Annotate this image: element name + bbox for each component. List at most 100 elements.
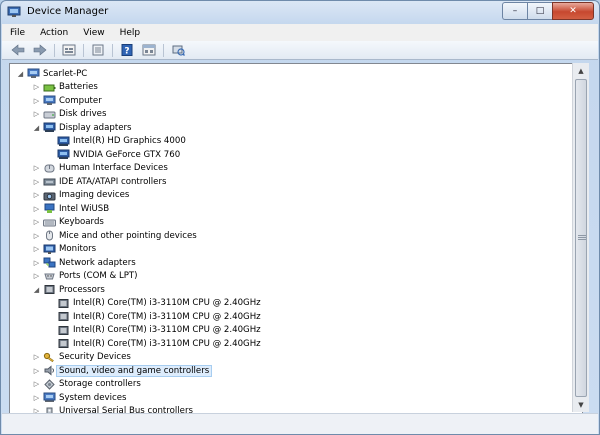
tree-item-label: Storage controllers (59, 379, 141, 389)
tree-category[interactable]: ◢ Processors (32, 283, 105, 296)
tree-category[interactable]: ▷ Keyboards (32, 216, 104, 229)
tree-item-label: Security Devices (59, 352, 131, 362)
tree-device[interactable]: Intel(R) Core(TM) i3-3110M CPU @ 2.40GHz (46, 337, 261, 350)
tree-item-label: Keyboards (59, 217, 104, 227)
monitor-icon (43, 244, 56, 255)
tree-device[interactable]: Intel(R) Core(TM) i3-3110M CPU @ 2.40GHz (46, 324, 261, 337)
tree-item-label: Human Interface Devices (59, 163, 168, 173)
tree-category[interactable]: ▷ Monitors (32, 243, 96, 256)
tree-category[interactable]: ▷ Computer (32, 94, 102, 107)
camera-icon (43, 190, 56, 201)
tree-category[interactable]: ▷ Storage controllers (32, 378, 141, 391)
expand-arrow-icon[interactable]: ▷ (32, 97, 41, 105)
tree-category[interactable]: ▷ Imaging devices (32, 189, 129, 202)
maximize-button[interactable]: □ (527, 2, 552, 20)
tree-item-label: Network adapters (59, 257, 136, 268)
toolbar-separator (83, 43, 84, 57)
expand-arrow-icon[interactable]: ▷ (32, 205, 41, 213)
vertical-scrollbar[interactable]: ▲ ▼ (572, 63, 589, 412)
tree-item-label: Monitors (59, 244, 97, 254)
tree-item-label: Intel WiUSB (59, 203, 110, 214)
device-tree-pane[interactable]: ◢ Scarlet-PC ▷ Batteries ▷ Computer ▷ Disk dr… (9, 63, 583, 414)
tree-category[interactable]: ▷ Disk drives (32, 108, 107, 121)
processor-icon (57, 298, 70, 309)
tree-root-label: Scarlet-PC (43, 68, 88, 79)
disk-drive-icon (43, 109, 56, 120)
processor-icon (57, 338, 70, 349)
tree-device[interactable]: Intel(R) Core(TM) i3-3110M CPU @ 2.40GHz (46, 310, 261, 323)
expand-arrow-icon[interactable]: ▷ (32, 178, 41, 186)
computer-icon (27, 68, 40, 79)
expand-arrow-icon[interactable]: ▷ (32, 164, 41, 172)
tree-category[interactable]: ▷ System devices (32, 391, 126, 404)
collapse-arrow-icon[interactable]: ◢ (32, 124, 41, 132)
tree-item-label: Imaging devices (59, 190, 130, 200)
tree-item-label: Intel(R) HD Graphics 4000 (73, 136, 186, 146)
network-adapter-icon (43, 257, 56, 268)
storage-controller-icon (43, 378, 56, 390)
expand-arrow-icon[interactable]: ▷ (32, 245, 41, 253)
tree-device[interactable]: Intel(R) Core(TM) i3-3110M CPU @ 2.40GHz (46, 297, 261, 310)
tree-root[interactable]: ◢ Scarlet-PC (16, 67, 87, 80)
tree-item-label: System devices (59, 392, 127, 403)
tree-item-label: Batteries (59, 82, 98, 92)
tree-device[interactable]: NVIDIA GeForce GTX 760 (46, 148, 180, 161)
expand-arrow-icon[interactable]: ▷ (32, 367, 41, 375)
tree-item-label: Ports (COM & LPT) (59, 271, 138, 281)
expand-arrow-icon[interactable]: ▷ (32, 259, 41, 267)
back-icon[interactable] (10, 43, 26, 57)
processor-icon (57, 325, 70, 336)
tree-category[interactable]: ◢ Display adapters (32, 121, 132, 134)
tree-category[interactable]: ▷ Human Interface Devices (32, 162, 168, 175)
forward-icon[interactable] (32, 43, 48, 57)
device-manager-window: Device Manager – □ ✕ File Action View He… (0, 0, 600, 435)
tree-item-label: Intel(R) Core(TM) i3-3110M CPU @ 2.40GHz (73, 298, 261, 308)
keyboard-icon (43, 217, 56, 228)
tree-category[interactable]: ▷ Mice and other pointing devices (32, 229, 197, 242)
expand-arrow-icon[interactable]: ▷ (32, 218, 41, 226)
menu-help[interactable]: Help (120, 28, 141, 38)
tree-category[interactable]: ▷ IDE ATA/ATAPI controllers (32, 175, 167, 188)
scroll-down-icon[interactable]: ▼ (573, 397, 589, 412)
expand-arrow-icon[interactable]: ▷ (32, 380, 41, 388)
scan-hardware-icon[interactable] (170, 43, 186, 57)
device-manager-icon (7, 6, 21, 18)
title-bar[interactable]: Device Manager – □ ✕ (1, 1, 599, 24)
properties-icon[interactable] (61, 43, 77, 57)
menu-bar: File Action View Help (2, 24, 598, 41)
expand-arrow-icon[interactable]: ▷ (32, 191, 41, 199)
tree-item-label: Sound, video and game controllers (56, 364, 213, 377)
computer-icon (43, 95, 56, 106)
system-device-icon (43, 392, 56, 403)
view-icon[interactable] (141, 43, 157, 57)
menu-view[interactable]: View (83, 28, 104, 38)
tree-category[interactable]: ▷ Security Devices (32, 351, 131, 364)
scrollbar-grip-icon (578, 235, 586, 241)
expand-arrow-icon[interactable]: ▷ (32, 110, 41, 118)
tree-item-label: Intel(R) Core(TM) i3-3110M CPU @ 2.40GHz (73, 325, 261, 335)
tree-category[interactable]: ▷ Ports (COM & LPT) (32, 270, 138, 283)
scrollbar-thumb[interactable] (575, 79, 587, 397)
collapse-arrow-icon[interactable]: ◢ (32, 286, 41, 294)
toolbar-separator (163, 43, 164, 57)
scroll-up-icon[interactable]: ▲ (573, 63, 589, 78)
tree-item-label: Display adapters (59, 122, 132, 133)
tree-category[interactable]: ▷ Sound, video and game controllers (32, 364, 213, 377)
minimize-button[interactable]: – (502, 2, 527, 20)
close-button[interactable]: ✕ (552, 2, 594, 20)
menu-action[interactable]: Action (40, 28, 68, 38)
expand-arrow-icon[interactable]: ▷ (32, 232, 41, 240)
tree-category[interactable]: ▷ Network adapters (32, 256, 136, 269)
expand-arrow-icon[interactable]: ▷ (32, 353, 41, 361)
tree-category[interactable]: ▷ Batteries (32, 81, 98, 94)
expand-arrow-icon[interactable]: ▷ (32, 272, 41, 280)
tree-category[interactable]: ▷ Intel WiUSB (32, 202, 109, 215)
menu-file[interactable]: File (10, 28, 25, 38)
tree-device[interactable]: Intel(R) HD Graphics 4000 (46, 135, 186, 148)
expand-arrow-icon[interactable]: ▷ (32, 83, 41, 91)
help-icon[interactable]: ? (119, 43, 135, 57)
mouse-icon (43, 230, 56, 241)
show-hidden-icon[interactable] (90, 43, 106, 57)
collapse-arrow-icon[interactable]: ◢ (16, 70, 25, 78)
expand-arrow-icon[interactable]: ▷ (32, 394, 41, 402)
